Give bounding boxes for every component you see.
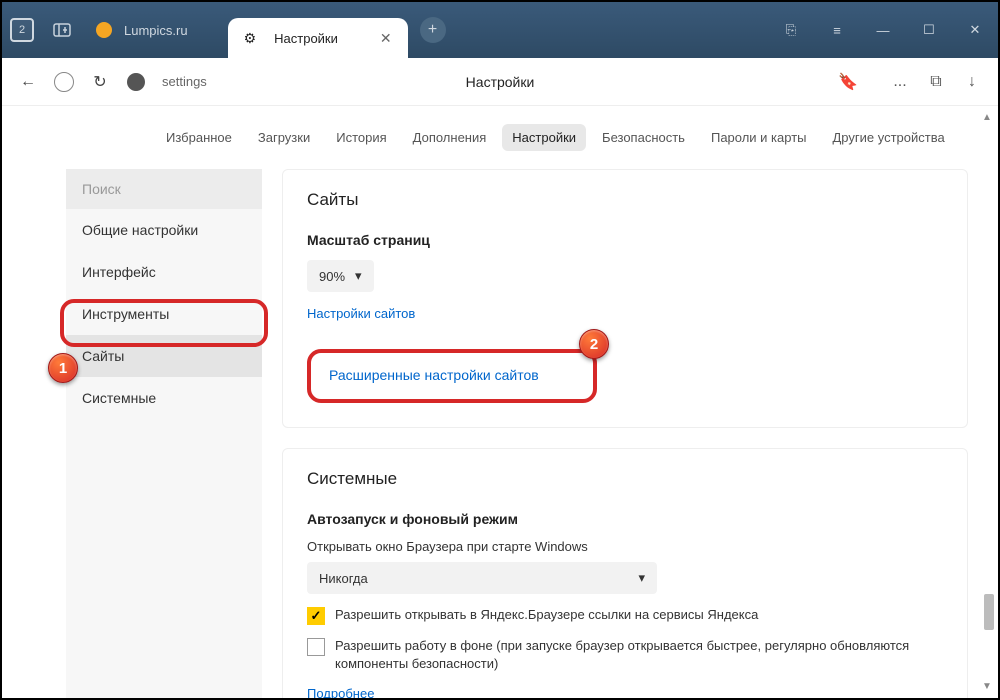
page-title: Настройки	[466, 74, 535, 90]
sidebar-item-general[interactable]: Общие настройки	[66, 209, 262, 251]
scroll-thumb[interactable]	[984, 594, 994, 630]
menu-icon[interactable]: ≡	[814, 10, 860, 50]
sites-card: Сайты Масштаб страниц 90% ▾ Настройки са…	[282, 169, 968, 428]
sidebar-item-interface[interactable]: Интерфейс	[66, 251, 262, 293]
address-text[interactable]: settings	[162, 74, 207, 89]
window-close[interactable]: ✕	[952, 10, 998, 50]
sidebar-item-tools[interactable]: Инструменты	[66, 293, 262, 335]
scroll-down-icon[interactable]: ▼	[980, 681, 994, 692]
chevron-down-icon: ▾	[638, 570, 645, 586]
scrollbar[interactable]: ▲ ▼	[978, 112, 994, 692]
open-on-start-select[interactable]: Никогда ▾	[307, 562, 657, 594]
settings-sidebar: Поиск Общие настройки Интерфейс Инструме…	[66, 169, 262, 698]
open-on-start-value: Никогда	[319, 571, 368, 586]
settings-topnav: Избранное Загрузки История Дополнения На…	[2, 106, 998, 169]
autostart-label: Автозапуск и фоновый режим	[307, 511, 943, 527]
advanced-site-settings-link[interactable]: Расширенные настройки сайтов	[329, 367, 539, 383]
system-card-title: Системные	[307, 469, 943, 489]
home-icon: 2	[10, 18, 34, 42]
checkbox-background-label: Разрешить работу в фоне (при запуске бра…	[335, 637, 943, 673]
topnav-history[interactable]: История	[326, 124, 396, 151]
annotation-highlight-2: Расширенные настройки сайтов 2	[307, 349, 597, 403]
sidebar-item-system[interactable]: Системные	[66, 377, 262, 419]
site-favicon-icon	[96, 22, 112, 38]
zoom-label: Масштаб страниц	[307, 232, 943, 248]
topnav-passwords[interactable]: Пароли и карты	[701, 124, 817, 151]
open-on-start-label: Открывать окно Браузера при старте Windo…	[307, 539, 943, 554]
close-tab-icon[interactable]: ✕	[376, 30, 396, 47]
sites-card-title: Сайты	[307, 190, 943, 210]
annotation-badge-1: 1	[48, 353, 78, 383]
reader-icon[interactable]: ⎘	[768, 10, 814, 50]
downloads-icon[interactable]: ↓	[954, 64, 990, 100]
gear-icon: ⚙	[244, 30, 257, 47]
zoom-select[interactable]: 90% ▾	[307, 260, 374, 292]
extensions-icon[interactable]: ⧉	[918, 64, 954, 100]
window-minimize[interactable]: —	[860, 10, 906, 50]
shield-icon[interactable]	[46, 64, 82, 100]
system-card: Системные Автозапуск и фоновый режим Отк…	[282, 448, 968, 698]
topnav-devices[interactable]: Другие устройства	[823, 124, 955, 151]
titlebar: 2 Lumpics.ru ⚙ Настройки ✕ + ⎘ ≡ — ☐ ✕	[2, 2, 998, 58]
topnav-downloads[interactable]: Загрузки	[248, 124, 320, 151]
annotation-badge-2: 2	[579, 329, 609, 359]
scroll-up-icon[interactable]: ▲	[980, 112, 994, 123]
more-button[interactable]: ...	[882, 64, 918, 100]
sidebar-item-sites[interactable]: Сайты	[66, 335, 262, 377]
bookmark-icon[interactable]: 🔖	[830, 64, 866, 100]
tab-settings[interactable]: ⚙ Настройки ✕	[228, 18, 408, 58]
tab-settings-label: Настройки	[274, 31, 376, 46]
site-settings-link[interactable]: Настройки сайтов	[307, 306, 415, 321]
back-button[interactable]: ←	[10, 64, 46, 100]
chevron-down-icon: ▾	[355, 268, 362, 284]
navbar: ← ↻ settings Настройки 🔖 ... ⧉ ↓	[2, 58, 998, 106]
reload-button[interactable]: ↻	[82, 64, 118, 100]
new-tab-button[interactable]: +	[420, 17, 446, 43]
topnav-addons[interactable]: Дополнения	[403, 124, 497, 151]
tab-lumpics[interactable]: Lumpics.ru	[124, 23, 188, 38]
topnav-settings[interactable]: Настройки	[502, 124, 586, 151]
site-info-icon[interactable]	[118, 64, 154, 100]
home-button[interactable]: 2	[4, 12, 40, 48]
checkbox-background[interactable]	[307, 638, 325, 656]
checkbox-yandex-links-label: Разрешить открывать в Яндекс.Браузере сс…	[335, 606, 758, 624]
panel-toggle-icon[interactable]	[44, 12, 80, 48]
checkbox-yandex-links[interactable]: ✓	[307, 607, 325, 625]
topnav-security[interactable]: Безопасность	[592, 124, 695, 151]
sidebar-search[interactable]: Поиск	[66, 169, 262, 209]
window-maximize[interactable]: ☐	[906, 10, 952, 50]
zoom-value: 90%	[319, 269, 345, 284]
more-link[interactable]: Подробнее	[307, 686, 374, 698]
topnav-favorites[interactable]: Избранное	[156, 124, 242, 151]
